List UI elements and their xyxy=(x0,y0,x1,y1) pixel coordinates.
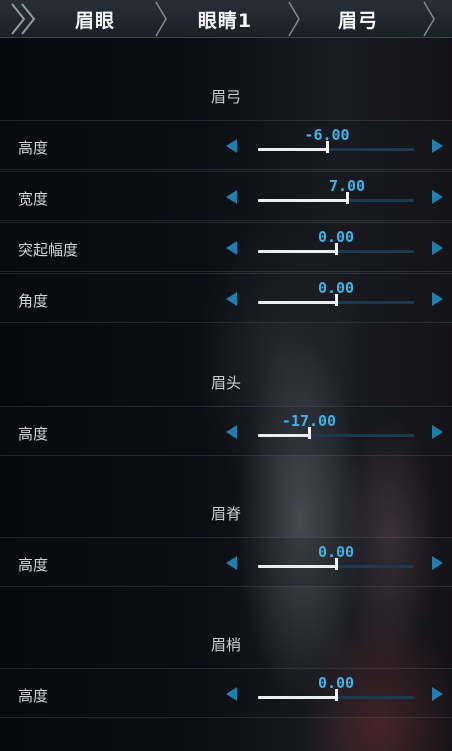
tab-separator-icon xyxy=(155,1,167,37)
slider-track[interactable] xyxy=(258,294,414,306)
slider-track[interactable] xyxy=(258,192,414,204)
slider-fill xyxy=(258,301,336,304)
slider-row: 角度 0.00 xyxy=(0,273,452,323)
slider-track[interactable] xyxy=(258,427,414,439)
tab-label: 眉眼 xyxy=(74,9,115,32)
tab-separator-icon xyxy=(288,1,300,37)
back-chevron-icon[interactable] xyxy=(2,0,42,38)
increase-arrow-icon[interactable] xyxy=(432,241,443,255)
slider-row: 高度 0.00 xyxy=(0,668,452,718)
slider-fill xyxy=(258,199,347,202)
section-title: 眉梢 xyxy=(210,636,241,654)
slider-value: -6.00 xyxy=(304,126,350,144)
slider-row: 高度 -17.00 xyxy=(0,406,452,456)
slider-track[interactable] xyxy=(258,689,414,701)
slider-label: 高度 xyxy=(18,687,49,705)
decrease-arrow-icon[interactable] xyxy=(226,292,237,306)
slider-value: 7.00 xyxy=(328,177,366,195)
slider-fill xyxy=(258,565,336,568)
increase-arrow-icon[interactable] xyxy=(432,292,443,306)
tab-brow-ridge[interactable]: 眉弓 xyxy=(303,0,413,38)
slider-row: 突起幅度 0.00 xyxy=(0,222,452,272)
slider-track[interactable] xyxy=(258,558,414,570)
decrease-arrow-icon[interactable] xyxy=(226,190,237,204)
slider-label: 宽度 xyxy=(18,190,49,208)
tab-bar: 眉眼 眼睛1 眉弓 xyxy=(0,0,452,38)
increase-arrow-icon[interactable] xyxy=(432,139,443,153)
tab-separator-icon xyxy=(423,1,435,37)
slider-value: 0.00 xyxy=(317,674,355,692)
slider-fill xyxy=(258,250,336,253)
tab-label: 眉弓 xyxy=(337,9,378,32)
increase-arrow-icon[interactable] xyxy=(432,687,443,701)
increase-arrow-icon[interactable] xyxy=(432,425,443,439)
slider-value: 0.00 xyxy=(317,228,355,246)
slider-label: 突起幅度 xyxy=(18,241,79,259)
decrease-arrow-icon[interactable] xyxy=(226,241,237,255)
slider-track[interactable] xyxy=(258,243,414,255)
tab-label: 眼睛1 xyxy=(197,9,253,32)
decrease-arrow-icon[interactable] xyxy=(226,425,237,439)
slider-label: 高度 xyxy=(18,139,49,157)
slider-row: 高度 0.00 xyxy=(0,537,452,587)
slider-fill xyxy=(258,434,309,437)
section-title: 眉头 xyxy=(210,374,241,392)
section-title: 眉弓 xyxy=(210,88,241,106)
slider-fill xyxy=(258,148,327,151)
increase-arrow-icon[interactable] xyxy=(432,190,443,204)
tab-brow-eye[interactable]: 眉眼 xyxy=(40,0,150,38)
decrease-arrow-icon[interactable] xyxy=(226,139,237,153)
increase-arrow-icon[interactable] xyxy=(432,556,443,570)
slider-value: 0.00 xyxy=(317,543,355,561)
slider-label: 高度 xyxy=(18,556,49,574)
slider-track[interactable] xyxy=(258,141,414,153)
decrease-arrow-icon[interactable] xyxy=(226,556,237,570)
slider-fill xyxy=(258,696,336,699)
slider-value: -17.00 xyxy=(281,412,337,430)
tab-eye-1[interactable]: 眼睛1 xyxy=(170,0,280,38)
slider-row: 高度 -6.00 xyxy=(0,120,452,170)
slider-label: 角度 xyxy=(18,292,49,310)
decrease-arrow-icon[interactable] xyxy=(226,687,237,701)
section-title: 眉脊 xyxy=(210,505,241,523)
slider-label: 高度 xyxy=(18,425,49,443)
slider-value: 0.00 xyxy=(317,279,355,297)
slider-row: 宽度 7.00 xyxy=(0,171,452,221)
